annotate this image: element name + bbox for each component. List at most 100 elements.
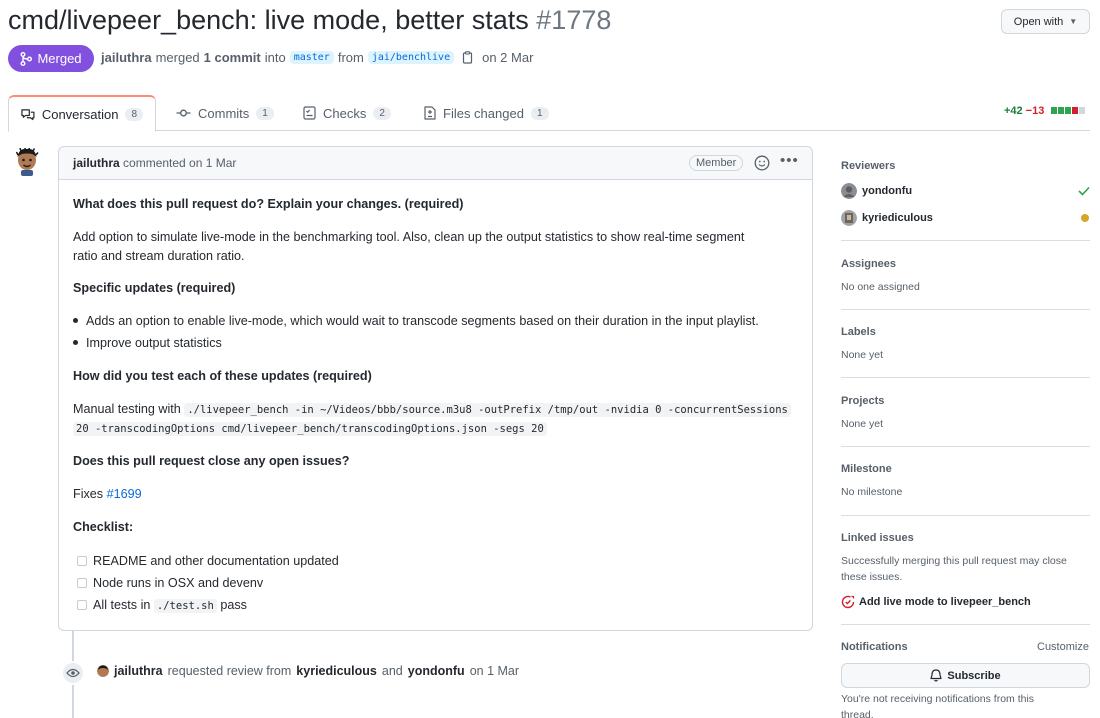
list-item: Improve output statistics [59,334,222,353]
merged-status-label: Merged [37,51,82,66]
linked-issues-description-line2: these issues. [841,571,903,583]
checklist-title: Checklist: [73,520,134,534]
chevron-down-icon: ▼ [1069,17,1078,26]
merge-icon [20,51,33,66]
pr-title-text: cmd/livepeer_bench: live mode, better st… [8,5,529,35]
tab-conversation-count: 8 [125,107,143,121]
diff-deletions: −13 [1025,105,1045,117]
actor-avatar[interactable] [97,665,109,677]
question-testing: How did you test each of these updates (… [73,369,372,383]
file-diff-icon [424,106,436,120]
milestone-value: No milestone [841,486,903,498]
open-with-label: Open with [1013,15,1064,28]
checkbox[interactable] [77,578,87,588]
reviewers-heading[interactable]: Reviewers [841,160,895,172]
question-specific-updates: Specific updates (required) [73,281,236,295]
tab-conversation[interactable]: Conversation 8 [8,95,156,132]
bell-icon [930,669,943,682]
milestone-heading[interactable]: Milestone [841,463,892,475]
tab-files-changed[interactable]: Files changed 1 [424,95,549,131]
testing-line1: Manual testing with ./livepeer_bench -in… [73,400,791,420]
merged-status-badge: Merged [8,45,94,72]
linked-issue-title: Add live mode to livepeer_bench [859,596,1031,608]
base-branch[interactable]: master [289,51,334,64]
copy-icon[interactable] [462,51,474,64]
tab-files-changed-label: Files changed [443,105,524,121]
reviewer-item[interactable]: yondonfu [841,183,912,199]
author-avatar[interactable] [15,148,39,176]
notifications-status-line2: thread. [841,709,874,718]
checklist-item: README and other documentation updated [73,552,339,571]
testing-command-part2: 20 -transcodingOptions cmd/livepeer_benc… [73,422,547,436]
merge-date: on 2 Mar [482,50,534,65]
checkbox[interactable] [77,556,87,566]
comment-author-link[interactable]: jailuthra [73,156,120,170]
issue-closed-icon [841,595,855,609]
review-request-event: jailuthra requested review from kyriedic… [97,664,519,678]
open-with-button[interactable]: Open with ▼ [1001,9,1090,34]
head-branch[interactable]: jai/benchlive [367,51,455,64]
subscribe-button[interactable]: Subscribe [841,663,1090,688]
labels-value: None yet [841,349,884,361]
assignees-heading[interactable]: Assignees [841,258,896,270]
notifications-status-line1: You're not receiving notifications from … [841,693,1035,705]
reviewer-item[interactable]: kyriediculous [841,210,933,226]
tab-checks[interactable]: Checks 2 [303,95,391,131]
sidebar-divider [841,240,1090,241]
eye-icon [66,668,80,678]
projects-heading[interactable]: Projects [841,395,884,407]
smiley-icon[interactable] [754,155,770,171]
question-what: What does this pull request do? Explain … [73,197,464,211]
merged-text: merged [155,50,200,65]
assignees-value: No one assigned [841,281,920,293]
answer-what-line1: Add option to simulate live-mode in the … [73,230,745,244]
comment-header: jailuthra commented on 1 Mar Member ••• [59,147,812,180]
question-open-issues: Does this pull request close any open is… [73,454,350,468]
issue-link[interactable]: #1699 [107,487,142,501]
diff-stat: +42 −13 [1004,105,1086,117]
review-requested-user-1[interactable]: kyriediculous [296,664,377,678]
review-event-badge [61,661,85,685]
checkbox[interactable] [77,600,87,610]
fixes-label: Fixes [73,487,104,501]
pr-number: #1778 [536,5,612,35]
list-item: Adds an option to enable live-mode, whic… [59,312,759,331]
tab-conversation-label: Conversation [41,106,119,122]
sidebar-divider [841,515,1090,516]
projects-value: None yet [841,418,884,430]
reviewer-name: kyriediculous [862,212,933,224]
tab-commits[interactable]: Commits 1 [176,95,274,131]
testing-line2: 20 -transcodingOptions cmd/livepeer_benc… [73,419,547,439]
member-badge: Member [689,155,744,171]
into-text: into [264,50,286,65]
fixes-line: Fixes #1699 [73,485,142,504]
labels-heading[interactable]: Labels [841,326,876,338]
check-icon [1078,186,1090,196]
comment-card: jailuthra commented on 1 Mar Member ••• … [58,146,813,631]
comment-author-line: jailuthra commented on 1 Mar [73,156,236,170]
review-actor-link[interactable]: jailuthra [114,664,163,678]
review-event-text: requested review from [167,664,292,678]
subscribe-label: Subscribe [947,669,1001,682]
sidebar-divider [841,377,1090,378]
pr-tabs: Conversation 8 Commits 1 Checks 2 Files … [8,95,1090,132]
tab-commits-label: Commits [198,105,250,121]
review-event-date: on 1 Mar [469,664,520,678]
kebab-horizontal-icon[interactable]: ••• [780,152,799,169]
sidebar-divider [841,446,1090,447]
comment-action: commented on 1 Mar [123,156,237,170]
notifications-heading: Notifications [841,641,908,653]
pending-review-dot [1081,214,1089,222]
comment-discussion-icon [21,108,35,120]
tab-files-changed-count: 1 [530,106,549,120]
merge-author-link[interactable]: jailuthra [101,50,152,65]
checklist-item: All tests in ./test.sh pass [73,596,247,616]
customize-link[interactable]: Customize [1037,641,1089,653]
review-requested-user-2[interactable]: yondonfu [408,664,465,678]
testing-prefix: Manual testing with [73,402,181,416]
linked-issue-item[interactable]: Add live mode to livepeer_bench [841,595,1031,609]
sidebar-divider [841,309,1090,310]
linked-issues-heading[interactable]: Linked issues [841,532,914,544]
pr-title: cmd/livepeer_bench: live mode, better st… [8,2,611,38]
checklist-item: Node runs in OSX and devenv [73,574,263,593]
